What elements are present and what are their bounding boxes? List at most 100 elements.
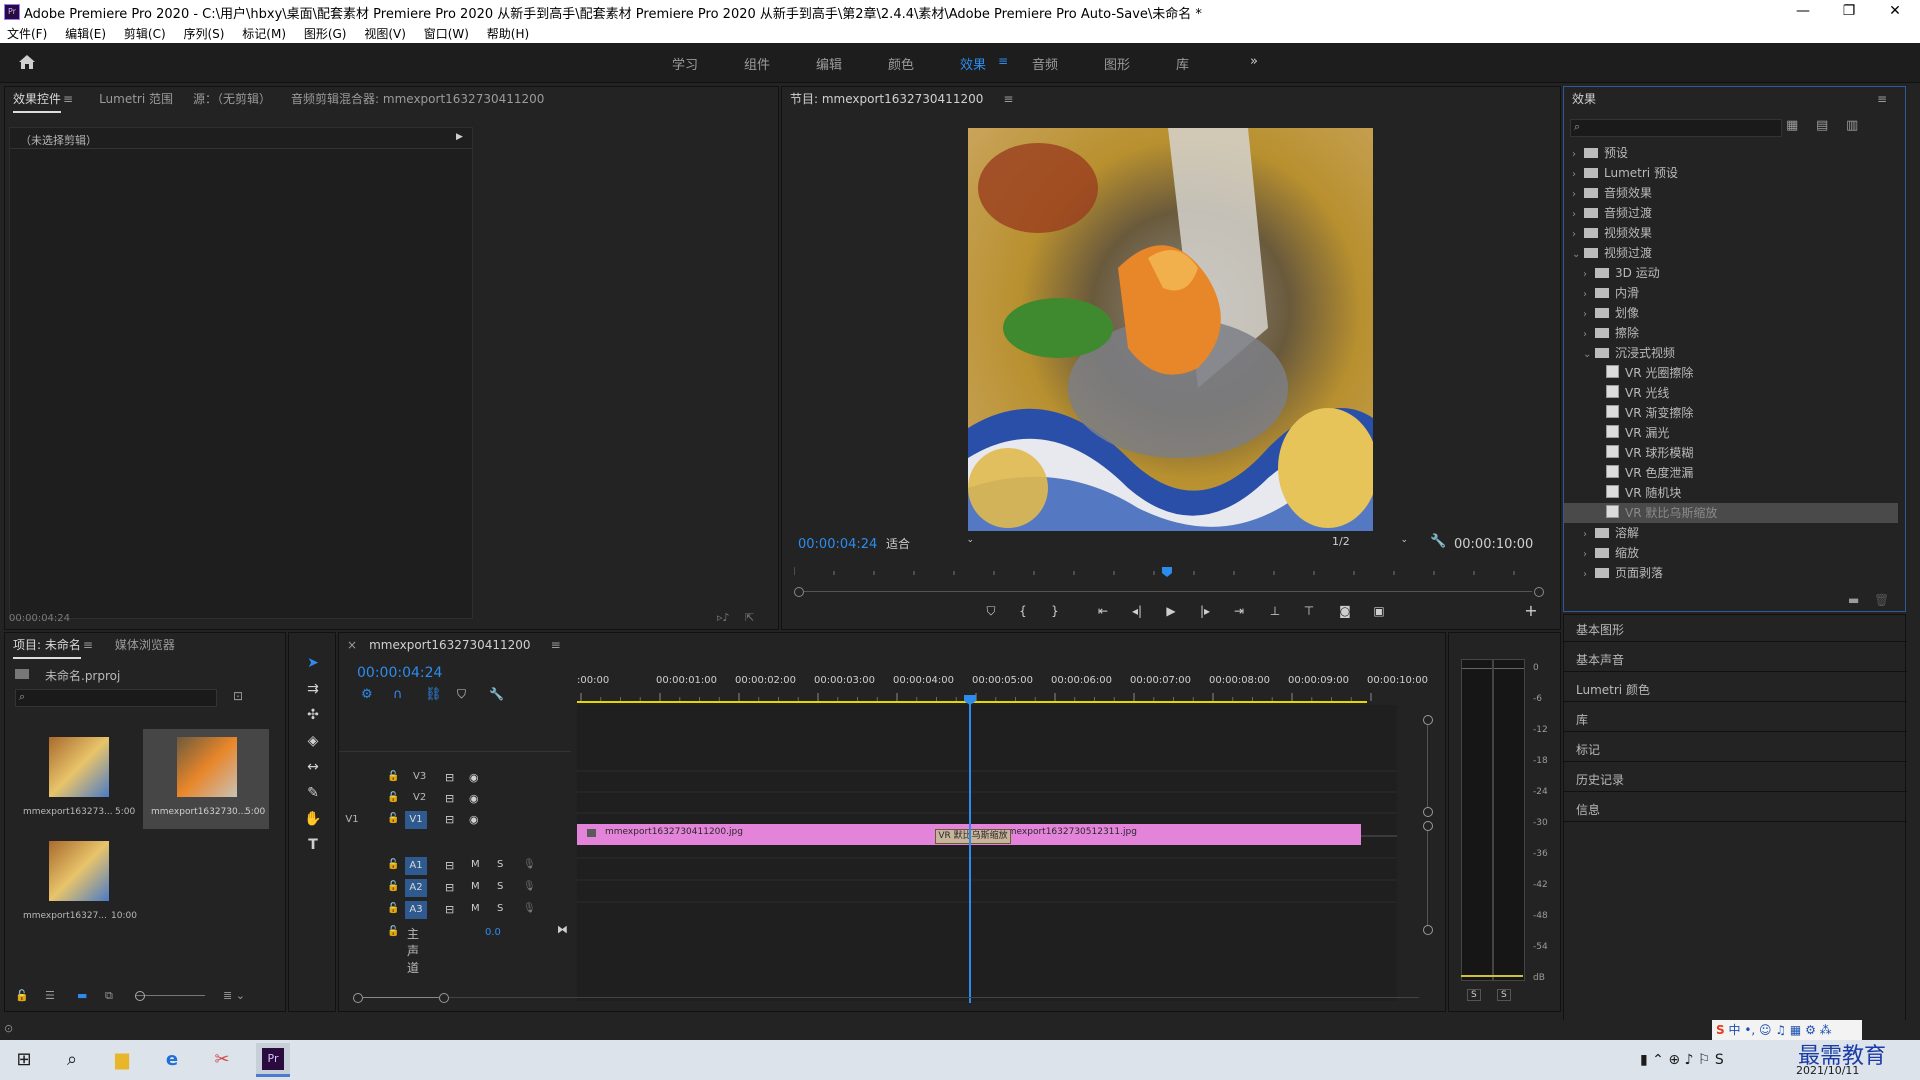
effect-item[interactable]: VR 光线 <box>1564 383 1898 403</box>
add-marker-icon[interactable]: ⛉ <box>980 601 1002 621</box>
step-back-icon[interactable]: ◂| <box>1126 601 1148 621</box>
workspace-libraries[interactable]: 库 <box>1176 54 1189 73</box>
fit-select[interactable]: 适合 ⌄ <box>886 535 978 553</box>
sync-lock-icon[interactable]: ⊟ <box>445 813 454 826</box>
mark-out-icon[interactable]: } <box>1044 601 1066 621</box>
tab-effect-controls[interactable]: 效果控件 <box>13 87 62 113</box>
quality-select[interactable]: 1/2 ⌄ <box>1332 535 1412 553</box>
zoom-scrollbar[interactable] <box>794 585 1544 597</box>
play-icon[interactable]: ▶ <box>1160 601 1182 621</box>
chevron-right-icon[interactable]: › <box>1583 285 1595 305</box>
workspace-graphics[interactable]: 图形 <box>1104 54 1130 73</box>
side-panel-history[interactable]: 历史记录 <box>1576 771 1624 788</box>
track-lock-icon[interactable]: 🔓 <box>387 903 399 914</box>
vertical-scroll-handle[interactable] <box>1423 807 1433 817</box>
effect-item[interactable]: VR 球形模糊 <box>1564 443 1898 463</box>
track-lock-icon[interactable]: 🔓 <box>387 926 399 937</box>
effect-folder[interactable]: › 擦除 <box>1564 323 1898 343</box>
effect-folder[interactable]: › 音频过渡 <box>1564 203 1898 223</box>
vertical-scroll-track[interactable] <box>1427 725 1428 807</box>
effect-item[interactable]: VR 色度泄漏 <box>1564 463 1898 483</box>
chevron-down-icon[interactable]: ⌄ <box>1583 345 1595 365</box>
program-scrubber[interactable] <box>793 567 1544 579</box>
chevron-right-icon[interactable]: › <box>1583 565 1595 585</box>
effects-search-input[interactable]: ⌕ <box>1570 119 1782 137</box>
workspace-menu-icon[interactable]: ≡ <box>998 54 1008 68</box>
tab-sequence[interactable]: mmexport1632730411200 <box>369 633 531 657</box>
search-icon[interactable]: ⌕ <box>58 1046 86 1074</box>
maximize-button[interactable]: ❐ <box>1826 0 1872 22</box>
chevron-right-icon[interactable]: › <box>1583 525 1595 545</box>
zoom-handle-left[interactable] <box>353 993 363 1003</box>
track-select-tool-icon[interactable]: ⇉ <box>301 677 325 701</box>
effect-item[interactable]: VR 默比乌斯缩放 <box>1564 503 1898 523</box>
step-forward-icon[interactable]: |▸ <box>1194 601 1216 621</box>
effect-folder[interactable]: › 缩放 <box>1564 543 1898 563</box>
effect-item[interactable]: VR 随机块 <box>1564 483 1898 503</box>
chevron-right-icon[interactable]: › <box>1583 545 1595 565</box>
eye-icon[interactable]: ◉ <box>469 792 479 805</box>
chevron-right-icon[interactable]: › <box>1572 185 1584 205</box>
close-button[interactable]: ✕ <box>1872 0 1918 22</box>
chevron-down-icon[interactable]: ⌄ <box>1572 245 1584 265</box>
export-frame-icon[interactable]: ◙ <box>1334 601 1356 621</box>
add-marker-icon[interactable]: ⛉ <box>457 687 466 702</box>
zoom-handle-right[interactable] <box>439 993 449 1003</box>
eye-icon[interactable]: ◉ <box>469 771 479 784</box>
solo-button[interactable]: S <box>497 859 503 870</box>
premiere-taskbar-item[interactable]: Pr <box>256 1043 290 1077</box>
tab-media-browser[interactable]: 媒体浏览器 <box>115 633 175 657</box>
workspace-effects[interactable]: 效果 <box>960 54 986 73</box>
effect-folder[interactable]: › 划像 <box>1564 303 1898 323</box>
go-to-in-icon[interactable]: ⇤ <box>1092 601 1114 621</box>
accelerated-effects-icon[interactable]: ▦ <box>1786 118 1798 133</box>
go-to-out-icon[interactable]: ⇥ <box>1228 601 1250 621</box>
panel-menu-icon[interactable]: ≡ <box>1877 87 1887 111</box>
workspace-overflow-icon[interactable]: » <box>1250 54 1258 69</box>
tab-lumetri-scopes[interactable]: Lumetri 范围 <box>99 87 173 111</box>
effect-item[interactable]: VR 漏光 <box>1564 423 1898 443</box>
vertical-scroll-handle[interactable] <box>1423 821 1433 831</box>
tab-source[interactable]: 源：（无剪辑） <box>193 87 271 111</box>
wrench-icon[interactable]: 🔧 <box>1430 534 1446 549</box>
home-icon[interactable] <box>18 54 36 70</box>
transition-block[interactable]: VR 默比乌斯缩放 <box>935 829 1011 844</box>
selection-tool-icon[interactable]: ➤ <box>301 651 325 675</box>
expand-arrow-icon[interactable]: ▶ <box>456 132 463 142</box>
icon-view-icon[interactable]: ▬ <box>77 989 87 1002</box>
solo-right-button[interactable]: S <box>1497 989 1511 1001</box>
file-explorer-icon[interactable]: ▆ <box>108 1046 136 1074</box>
menu-graphics[interactable]: 图形(G) <box>297 22 354 42</box>
mute-button[interactable]: M <box>471 881 480 892</box>
side-panel-libraries[interactable]: 库 <box>1576 711 1588 728</box>
pen-tool-icon[interactable]: ✎ <box>301 781 325 805</box>
panel-menu-icon[interactable]: ≡ <box>551 633 561 657</box>
extract-icon[interactable]: ⊤ <box>1298 601 1320 621</box>
effect-folder[interactable]: › 3D 运动 <box>1564 263 1898 283</box>
type-tool-icon[interactable]: T <box>301 833 325 857</box>
effect-folder[interactable]: › 页面剥落 <box>1564 563 1898 583</box>
mark-in-icon[interactable]: { <box>1012 601 1034 621</box>
menu-markers[interactable]: 标记(M) <box>235 22 293 42</box>
effect-folder[interactable]: › 预设 <box>1564 143 1898 163</box>
zoom-bar[interactable] <box>363 997 439 998</box>
menu-sequence[interactable]: 序列(S) <box>176 22 231 42</box>
nest-icon[interactable]: ⚙ <box>361 687 373 702</box>
menu-view[interactable]: 视图(V) <box>357 22 413 42</box>
track-lock-icon[interactable]: 🔓 <box>387 859 399 870</box>
source-patch-v1[interactable]: V1 <box>341 811 363 829</box>
panel-menu-icon[interactable]: ≡ <box>1003 87 1013 111</box>
timeline-clip[interactable]: mmexport1632730411200.jpg <box>577 824 969 845</box>
workspace-audio[interactable]: 音频 <box>1032 54 1058 73</box>
solo-button[interactable]: S <box>497 881 503 892</box>
sync-lock-icon[interactable]: ⊟ <box>445 859 454 872</box>
vertical-scroll-handle[interactable] <box>1423 925 1433 935</box>
close-tab-icon[interactable]: × <box>347 633 357 657</box>
snap-icon[interactable]: ∩ <box>393 687 403 702</box>
track-lock-icon[interactable]: 🔓 <box>387 881 399 892</box>
new-bin-icon[interactable]: ▬ <box>1848 593 1859 607</box>
menu-file[interactable]: 文件(F) <box>0 22 54 42</box>
chevron-right-icon[interactable]: › <box>1583 305 1595 325</box>
minimize-button[interactable]: — <box>1780 0 1826 22</box>
chevron-right-icon[interactable]: › <box>1572 225 1584 245</box>
